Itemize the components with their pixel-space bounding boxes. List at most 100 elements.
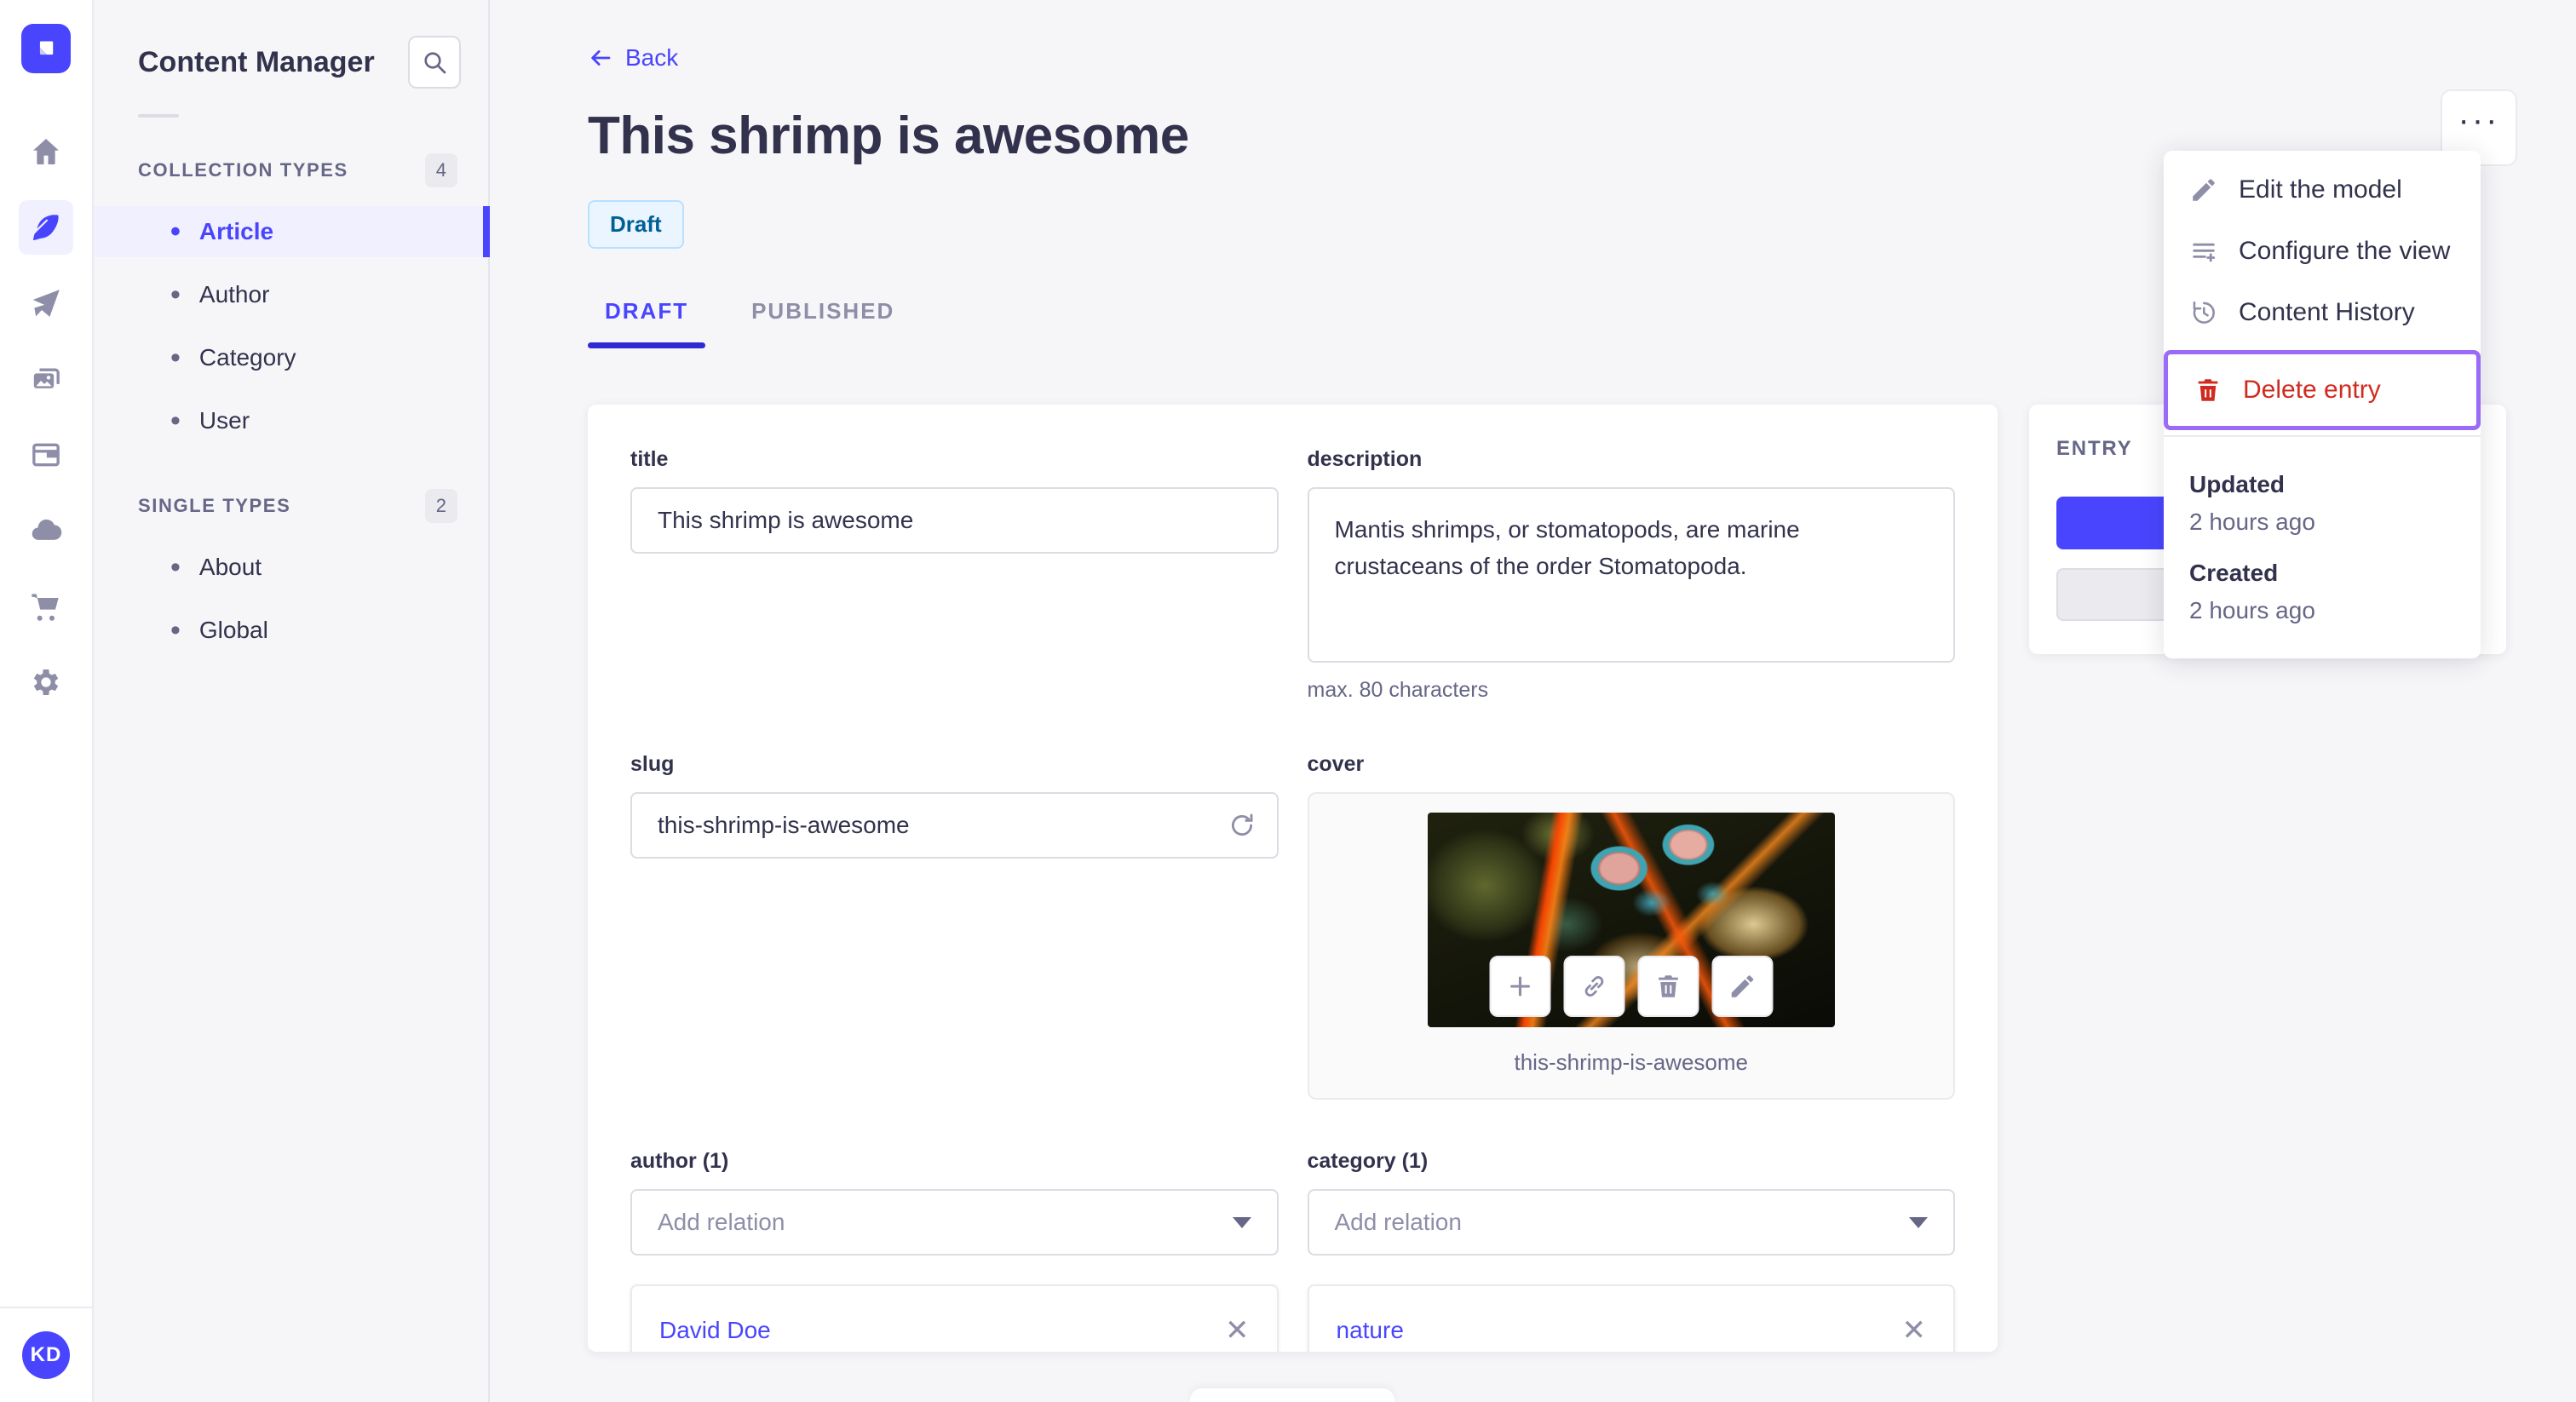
field-title: title [630,447,1279,703]
updated-label: Updated [2189,471,2285,497]
created-value: 2 hours ago [2189,597,2315,623]
menu-meta: Updated 2 hours ago Created 2 hours ago [2164,437,2481,658]
field-author: author (1) Add relation David Doe ✕ [630,1149,1279,1352]
edit-asset-button[interactable] [1711,956,1774,1017]
sidebar-item-author[interactable]: • Author [94,269,488,320]
single-types-list: • About • Global [94,542,488,656]
description-label: description [1307,447,1423,471]
description-textarea[interactable]: Mantis shrimps, or stomatopods, are mari… [1307,487,1955,663]
cover-box: this-shrimp-is-awesome [1307,792,1955,1100]
icon-rail: KD [0,0,94,1402]
arrow-left-icon [588,45,613,71]
section-label-single-types: SINGLE TYPES [138,495,291,516]
chevron-down-icon [1232,1216,1251,1228]
link-icon [1579,972,1608,1001]
entry-form-card: title description Mantis shrimps, or sto… [588,405,1998,1352]
slug-label: slug [630,752,675,776]
field-description: description Mantis shrimps, or stomatopo… [1307,447,1955,703]
nav-item-label: Article [198,218,274,244]
single-types-count-badge: 2 [424,489,457,523]
menu-item-delete-entry[interactable]: Delete entry [2168,354,2476,426]
cover-actions [1489,956,1774,1017]
cover-caption: this-shrimp-is-awesome [1514,1049,1749,1075]
author-relation-item: David Doe ✕ [630,1284,1279,1352]
search-icon [421,49,448,76]
strapi-logo-icon[interactable] [21,24,71,73]
tab-draft[interactable]: DRAFT [588,298,706,348]
bottom-peek-element[interactable] [1190,1388,1394,1402]
content-manager-subnav: Content Manager COLLECTION TYPES 4 • Art… [94,0,490,1402]
category-relation-item: nature ✕ [1307,1284,1955,1352]
avatar[interactable]: KD [22,1331,70,1379]
field-cover: cover this-shrimp-is-awesome [1307,752,1955,1100]
tab-published[interactable]: PUBLISHED [734,298,911,348]
send-plane-icon[interactable] [19,276,73,330]
collection-types-list: • Article • Author • Category • User [94,206,490,446]
sidebar-item-global[interactable]: • Global [94,605,488,656]
author-label: author (1) [630,1149,729,1173]
nav-item-label: User [198,407,250,434]
created-label: Created [2189,560,2279,586]
history-clock-icon [2189,298,2218,327]
slug-input[interactable] [630,792,1279,859]
main-area: Back This shrimp is awesome Draft DRAFT … [490,0,2576,1402]
menu-item-content-history[interactable]: Content History [2164,282,2481,343]
chevron-down-icon [1909,1216,1928,1228]
add-asset-button[interactable] [1489,956,1551,1017]
title-input[interactable] [630,487,1279,554]
plus-icon [1505,972,1534,1001]
author-relation-link[interactable]: David Doe [659,1317,771,1344]
subnav-divider [138,114,179,118]
close-icon: ✕ [1901,1314,1927,1347]
description-hint: max. 80 characters [1307,678,1489,702]
cloud-icon[interactable] [19,503,73,558]
layout-icon[interactable] [19,428,73,482]
category-placeholder: Add relation [1334,1209,1462,1235]
menu-item-edit-the-model[interactable]: Edit the model [2164,159,2481,221]
category-relation-select[interactable]: Add relation [1307,1189,1955,1255]
back-link[interactable]: Back [588,44,678,72]
more-actions-menu: Edit the model Configure the view Conten… [2164,151,2481,658]
content-feather-icon[interactable] [19,200,73,255]
copy-link-button[interactable] [1563,956,1625,1017]
pencil-icon [2189,175,2218,204]
remove-author-button[interactable]: ✕ [1225,1316,1250,1345]
cover-image [1427,813,1835,1027]
remove-category-button[interactable]: ✕ [1902,1316,1927,1345]
rail-nav [19,124,73,710]
updated-value: 2 hours ago [2189,509,2315,535]
app: KD Content Manager COLLECTION TYPES 4 • … [0,0,2576,1402]
delete-entry-highlight: Delete entry [2164,350,2481,430]
media-library-icon[interactable] [19,352,73,406]
cover-label: cover [1307,752,1365,776]
section-label-collection-types: COLLECTION TYPES [138,159,348,181]
settings-gear-icon[interactable] [19,655,73,710]
home-icon[interactable] [19,124,73,179]
rail-footer: KD [0,1307,92,1402]
regenerate-slug-button[interactable] [1228,811,1256,840]
category-relation-link[interactable]: nature [1337,1317,1404,1344]
refresh-icon [1228,811,1256,840]
search-button[interactable] [408,36,461,89]
list-plus-icon [2189,237,2218,266]
field-category: category (1) Add relation nature ✕ [1307,1149,1955,1352]
nav-item-label: Global [198,617,268,643]
collection-types-count-badge: 4 [424,153,457,187]
sidebar-item-article[interactable]: • Article [94,206,490,257]
sidebar-item-about[interactable]: • About [94,542,488,593]
nav-item-label: Author [198,281,270,307]
author-relation-select[interactable]: Add relation [630,1189,1279,1255]
menu-item-configure-the-view[interactable]: Configure the view [2164,221,2481,282]
close-icon: ✕ [1225,1314,1250,1347]
sidebar-item-user[interactable]: • User [94,395,488,446]
delete-asset-button[interactable] [1637,956,1699,1017]
nav-item-label: Category [198,344,296,371]
marketplace-cart-icon[interactable] [19,579,73,634]
nav-item-label: About [198,554,262,580]
trash-icon [2194,376,2222,405]
sidebar-item-category[interactable]: • Category [94,332,488,383]
status-badge: Draft [588,200,684,249]
category-label: category (1) [1307,1149,1429,1173]
trash-icon [1653,972,1682,1001]
pencil-icon [1728,972,1757,1001]
